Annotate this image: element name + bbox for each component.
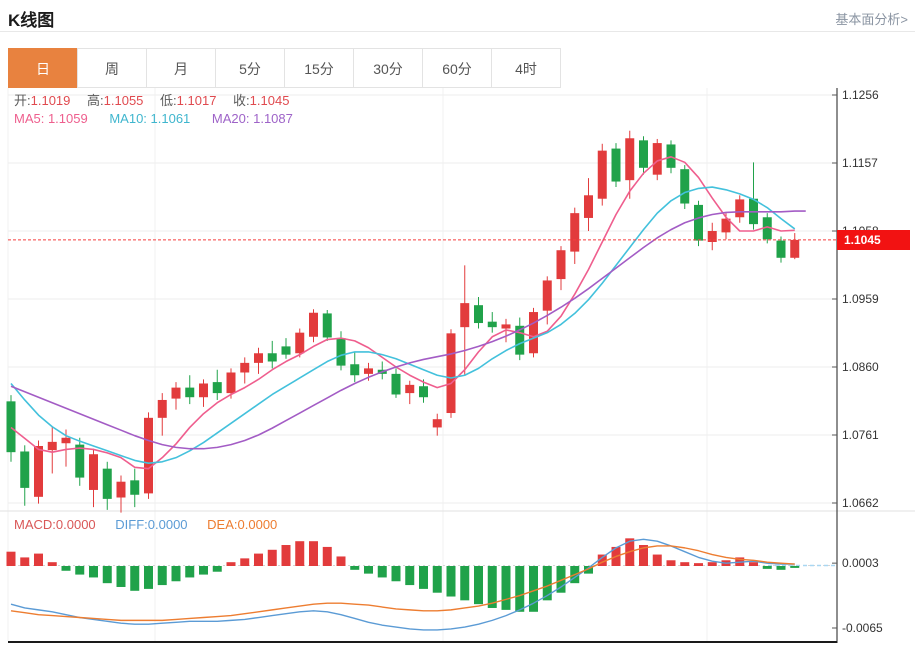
dea-line [11,546,795,620]
diff-value-legend: DIFF:0.0000 [115,517,187,532]
ma20-legend: MA20: 1.1087 [212,111,293,126]
ma10-line [11,187,795,463]
tab-15min[interactable]: 15分 [284,48,354,88]
close-value: 1.1045 [250,93,290,108]
low-value: 1.1017 [177,93,217,108]
macd-axis-label: 0.0003 [842,556,879,570]
price-axis-label: 1.1157 [842,156,878,170]
dea-value-legend: DEA:0.0000 [207,517,277,532]
high-label: 高: [87,93,104,108]
ma10-legend: MA10: 1.1061 [109,111,190,126]
ma-legend: MA5: 1.1059 MA10: 1.1061 MA20: 1.1087 [14,111,293,126]
tab-60min[interactable]: 60分 [422,48,492,88]
low-label: 低: [160,93,177,108]
tab-4hour[interactable]: 4时 [491,48,561,88]
ma5-line [11,157,795,469]
macd-axis-label: -0.0065 [842,621,883,635]
tab-week[interactable]: 周 [77,48,147,88]
tab-30min[interactable]: 30分 [353,48,423,88]
ma20-line [11,211,806,449]
ma5-legend: MA5: 1.1059 [14,111,88,126]
ohlc-readout: 开:1.1019 高:1.1055 低:1.1017 收:1.1045 [14,90,302,109]
open-value: 1.1019 [31,93,71,108]
close-label: 收: [233,93,250,108]
fundamental-analysis-link[interactable]: 基本面分析> [835,9,908,28]
tab-5min[interactable]: 5分 [215,48,285,88]
kline-page: 1.12561.11571.10581.09591.08601.07611.06… [0,0,915,648]
interval-tab-bar: 日 周 月 5分 15分 30分 60分 4时 [8,48,561,88]
last-price-badge: 1.1045 [837,230,910,250]
page-title: K线图 [8,6,54,31]
price-axis-label: 1.0662 [842,496,879,510]
top-divider [0,0,915,32]
high-value: 1.1055 [104,93,144,108]
tab-day[interactable]: 日 [8,48,78,88]
price-axis-label: 1.0959 [842,292,879,306]
candlestick-series [7,131,800,513]
price-axis-label: 1.1256 [842,88,879,102]
macd-value-legend: MACD:0.0000 [14,517,96,532]
tab-month[interactable]: 月 [146,48,216,88]
diff-line [11,539,795,630]
open-label: 开: [14,93,31,108]
price-axis-label: 1.0761 [842,428,879,442]
macd-legend: MACD:0.0000 DIFF:0.0000 DEA:0.0000 [14,517,277,532]
price-axis-label: 1.0860 [842,360,879,374]
